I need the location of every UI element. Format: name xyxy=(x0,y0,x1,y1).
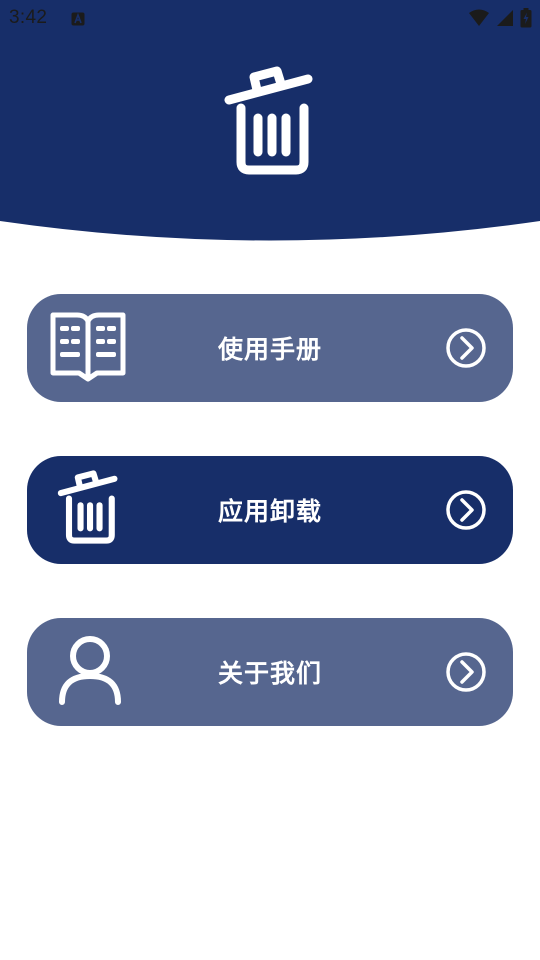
header-trash-icon xyxy=(224,66,314,182)
status-time: 3:42 xyxy=(9,7,48,28)
chevron-right-circle-icon xyxy=(445,327,487,369)
status-icons xyxy=(468,8,532,32)
menu-item-user-manual[interactable]: 使用手册 xyxy=(27,294,513,402)
chevron-right-circle-icon xyxy=(445,489,487,531)
menu-item-label: 使用手册 xyxy=(217,335,322,364)
menu-item-label: 应用卸载 xyxy=(217,497,322,526)
status-bar: 3:42 xyxy=(0,0,540,36)
menu-item-about-us[interactable]: 关于我们 xyxy=(27,618,513,726)
menu-item-label: 关于我们 xyxy=(217,659,322,688)
signal-icon xyxy=(496,9,514,31)
battery-charging-icon xyxy=(520,8,532,32)
wifi-icon xyxy=(468,9,490,31)
menu-item-app-uninstall[interactable]: 应用卸载 xyxy=(27,456,513,564)
notification-a-icon xyxy=(71,11,85,30)
app-screen: 3:42 使用手册 应用卸载 关于我们 xyxy=(0,0,540,960)
chevron-right-circle-icon xyxy=(445,651,487,693)
